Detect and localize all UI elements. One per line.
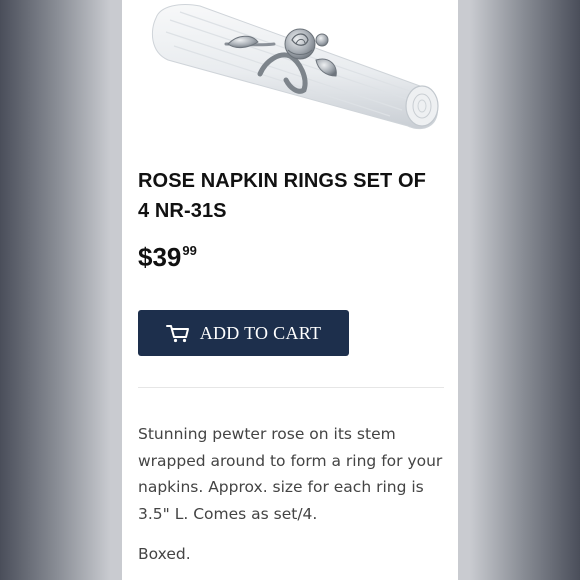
add-to-cart-button[interactable]: ADD TO CART (138, 310, 349, 356)
boxed-note: Boxed. (138, 545, 191, 563)
price-cents: 99 (182, 243, 197, 258)
add-to-cart-label: ADD TO CART (199, 322, 322, 343)
product-page: ROSE NAPKIN RINGS SET OF 4 NR-31S $39 99… (122, 0, 458, 580)
section-divider (138, 387, 444, 388)
product-description: Stunning pewter rose on its stem wrapped… (138, 425, 443, 523)
product-price: $39 99 (138, 240, 197, 274)
product-title: ROSE NAPKIN RINGS SET OF 4 NR-31S (138, 170, 426, 222)
product-image (151, 4, 439, 130)
price-main: $39 (138, 242, 182, 272)
cart-icon (165, 325, 189, 343)
